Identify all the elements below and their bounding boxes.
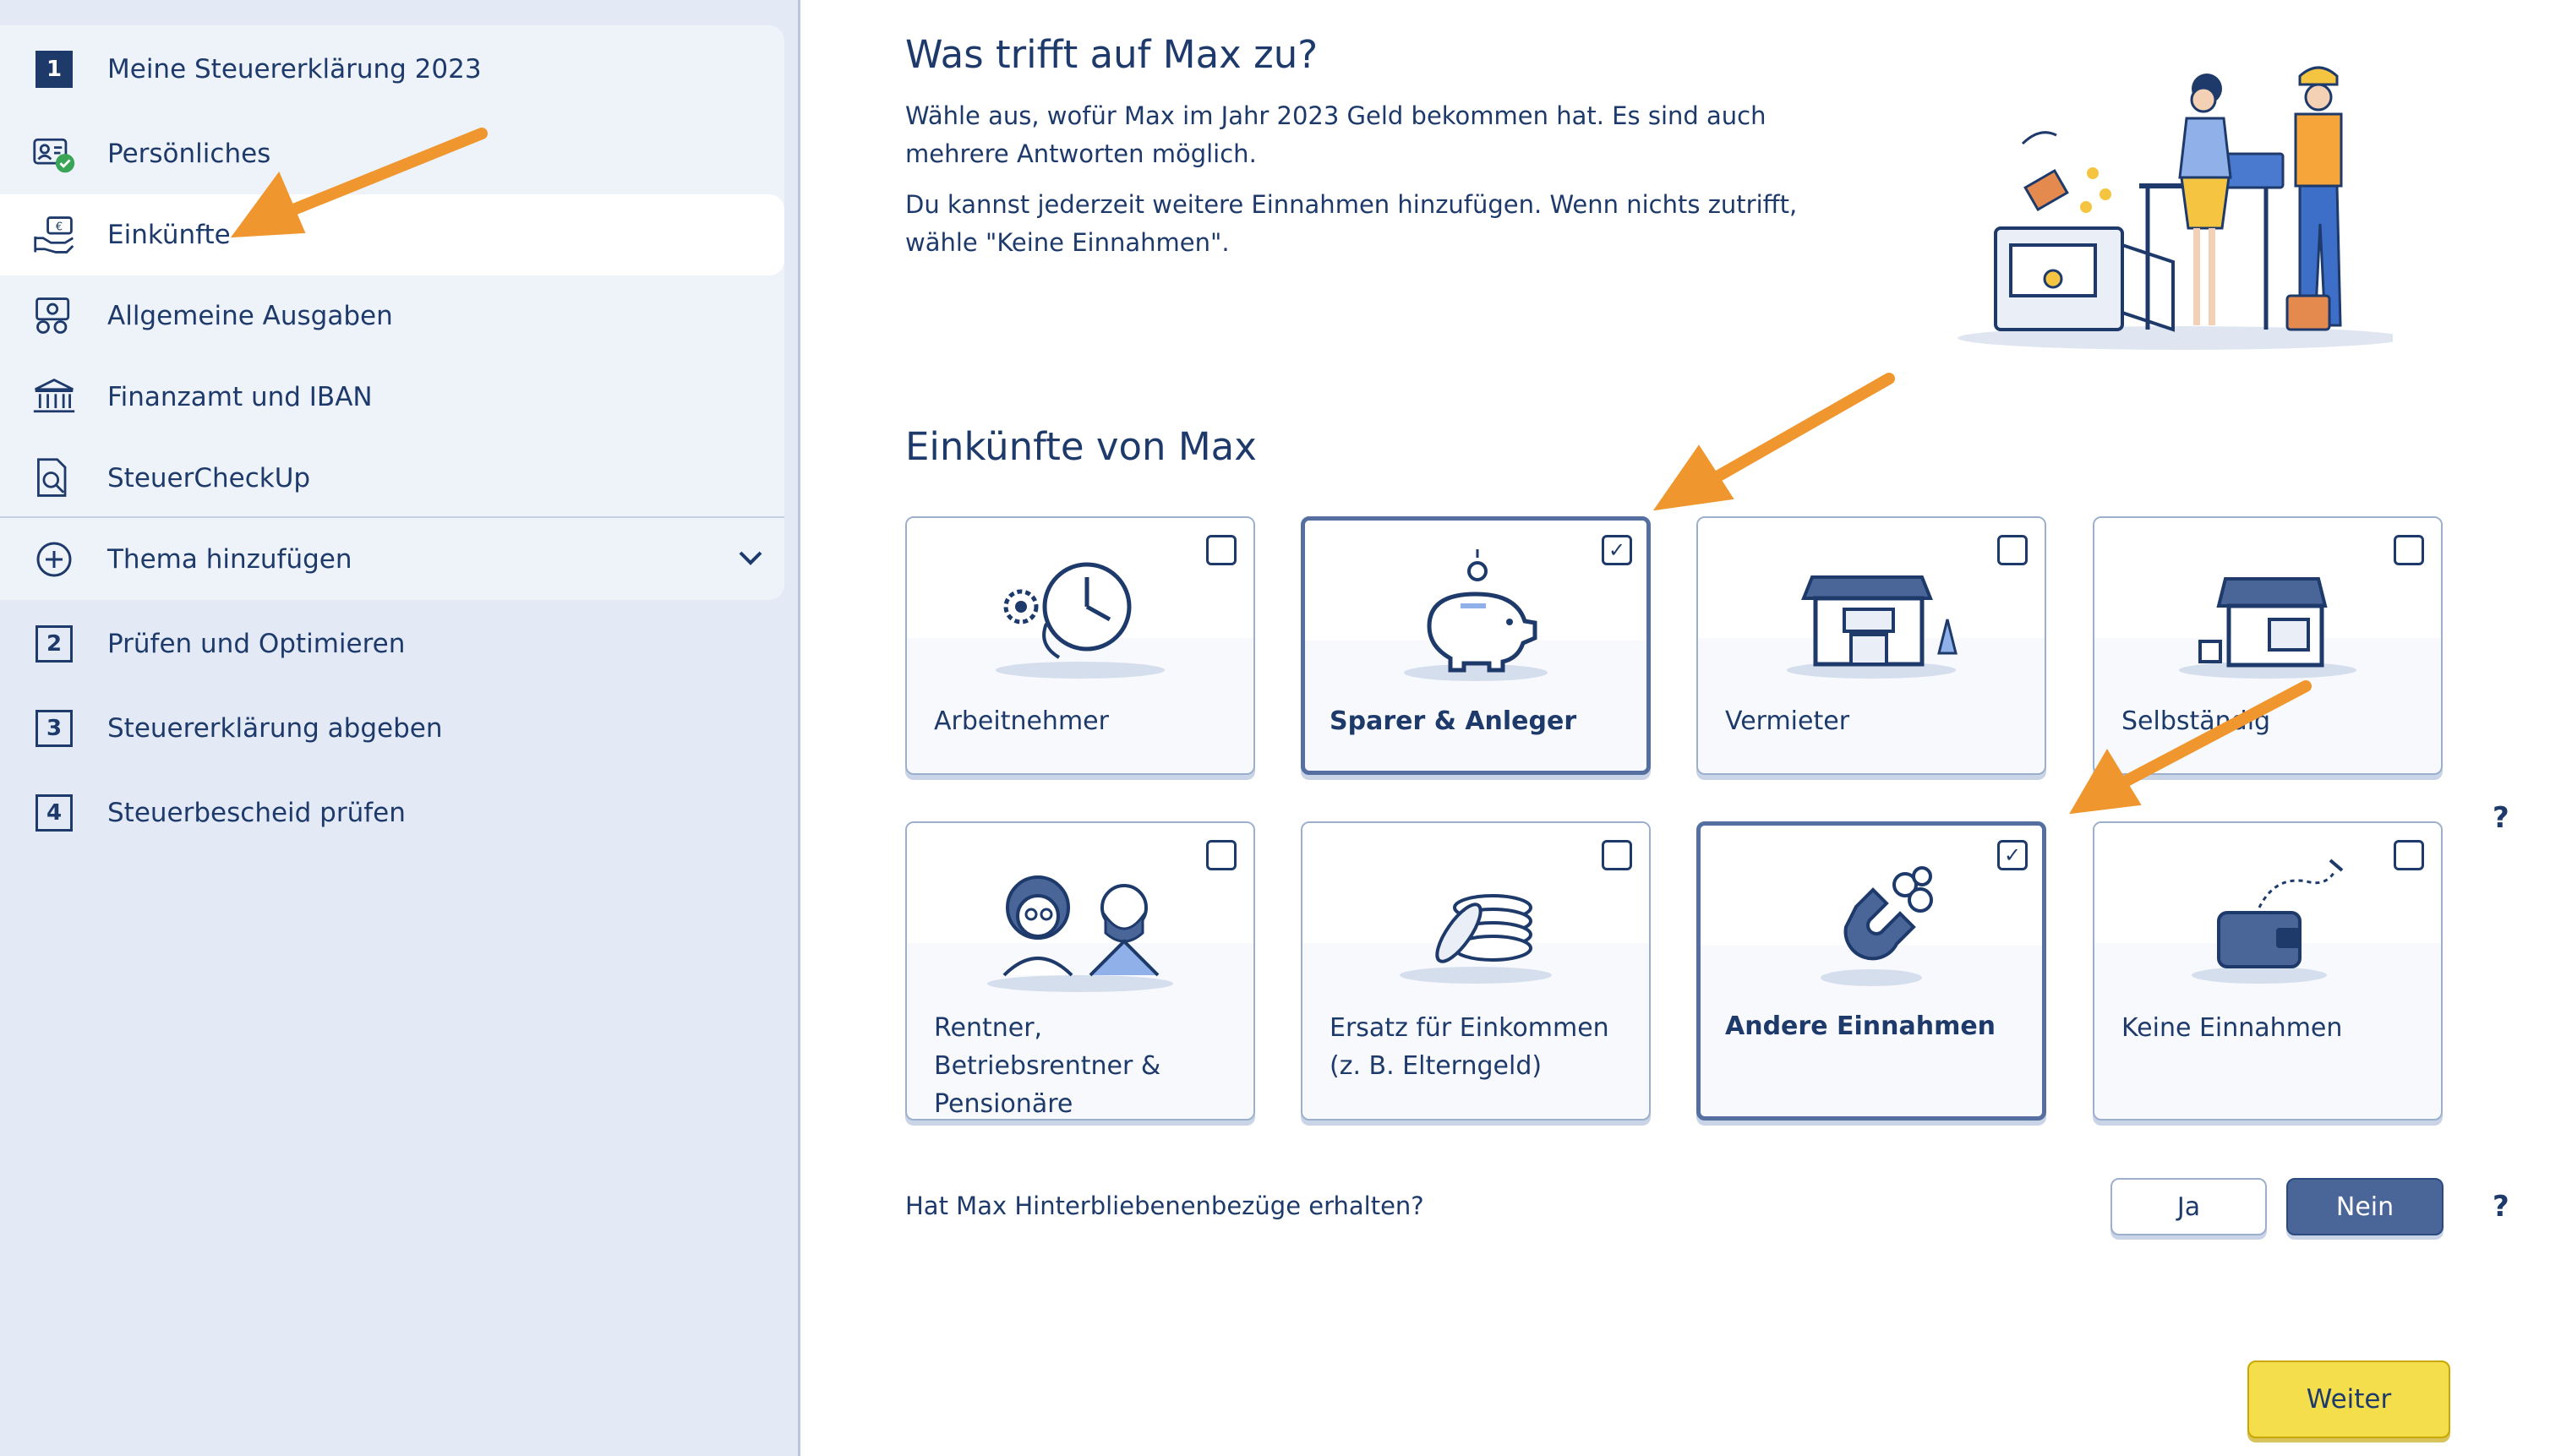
sidebar-item-allgemeine-ausgaben[interactable]: Allgemeine Ausgaben bbox=[0, 275, 784, 357]
intro-text: Wähle aus, wofür Max im Jahr 2023 Geld b… bbox=[905, 101, 1766, 168]
card-checkbox[interactable] bbox=[1997, 535, 2028, 565]
sidebar-item-label: SteuerCheckUp bbox=[107, 463, 311, 494]
card-label: Selbständig bbox=[2121, 706, 2271, 736]
sidebar-item-label: Steuererklärung abgeben bbox=[107, 713, 443, 744]
question-hinterbliebenenbezuege: Hat Max Hinterbliebenenbezüge erhalten? bbox=[905, 1192, 1424, 1220]
sidebar-item-label: Finanzamt und IBAN bbox=[107, 382, 373, 412]
card-rentner[interactable]: Rentner, Betriebsrentner & Pensionäre bbox=[905, 821, 1255, 1121]
shop-icon bbox=[2094, 543, 2441, 704]
sidebar-item-label: Steuerbescheid prüfen bbox=[107, 798, 406, 828]
card-label: Arbeitnehmer bbox=[934, 706, 1109, 736]
sidebar-item-persoenliches[interactable]: Persönliches bbox=[0, 113, 784, 194]
chevron-down-icon[interactable] bbox=[737, 548, 764, 573]
house-icon bbox=[1698, 543, 2045, 704]
card-sparer-anleger[interactable]: ✓ Sparer & Anleger bbox=[1301, 516, 1651, 775]
card-checkbox[interactable]: ✓ bbox=[1602, 535, 1632, 565]
sidebar-item-label: Prüfen und Optimieren bbox=[107, 629, 406, 659]
sidebar-divider bbox=[0, 516, 784, 518]
bank-building-icon bbox=[32, 375, 76, 419]
sidebar-item-label: Persönliches bbox=[107, 139, 271, 169]
main-content: Was trifft auf Max zu? Wähle aus, wofür … bbox=[800, 0, 2550, 1456]
page-title: Was trifft auf Max zu? bbox=[905, 32, 1319, 77]
sidebar-item-steuerbescheid-pruefen[interactable]: 4 Steuerbescheid prüfen bbox=[0, 772, 784, 853]
card-label: Keine Einnahmen bbox=[2121, 1013, 2343, 1043]
card-checkbox[interactable] bbox=[1206, 840, 1237, 870]
step-1-number-icon: 1 bbox=[32, 47, 76, 91]
piggy-bank-icon bbox=[1305, 546, 1646, 706]
sidebar-item-steuererklaerung[interactable]: 1 Meine Steuererklärung 2023 bbox=[0, 29, 784, 110]
card-checkbox[interactable] bbox=[1602, 840, 1632, 870]
intro-hint-text: Du kannst jederzeit weitere Einnahmen hi… bbox=[905, 190, 1798, 257]
elderly-couple-icon bbox=[907, 848, 1253, 1009]
sidebar-item-label: Allgemeine Ausgaben bbox=[107, 301, 393, 331]
sidebar: 1 Meine Steuererklärung 2023 Persönliche… bbox=[0, 0, 800, 1456]
card-vermieter[interactable]: Vermieter bbox=[1696, 516, 2046, 775]
card-andere-einnahmen[interactable]: ✓ Andere Einnahmen bbox=[1696, 821, 2046, 1121]
document-search-icon bbox=[32, 456, 76, 500]
card-checkbox[interactable] bbox=[2394, 840, 2424, 870]
card-label: Ersatz für Einkommen (z. B. Elterngeld) bbox=[1330, 1013, 1609, 1081]
help-icon[interactable]: ? bbox=[2493, 1190, 2509, 1224]
card-checkbox[interactable]: ✓ bbox=[1997, 840, 2028, 870]
sidebar-item-pruefen-optimieren[interactable]: 2 Prüfen und Optimieren bbox=[0, 603, 784, 684]
money-coins-icon bbox=[32, 294, 76, 338]
id-card-check-icon bbox=[32, 132, 76, 176]
magnet-icon bbox=[1701, 851, 2042, 1012]
clock-gear-icon bbox=[907, 543, 1253, 704]
card-label: Vermieter bbox=[1725, 706, 1850, 736]
sidebar-item-label: Meine Steuererklärung 2023 bbox=[107, 54, 482, 85]
card-keine-einnahmen[interactable]: Keine Einnahmen bbox=[2093, 821, 2443, 1121]
card-label: Andere Einnahmen bbox=[1725, 1012, 1996, 1041]
sidebar-item-steuererklaerung-abgeben[interactable]: 3 Steuererklärung abgeben bbox=[0, 688, 784, 769]
hand-money-icon: € bbox=[32, 213, 76, 257]
empty-wallet-icon bbox=[2094, 848, 2441, 1009]
help-icon[interactable]: ? bbox=[2493, 801, 2509, 835]
sidebar-item-label: Einkünfte bbox=[107, 220, 231, 250]
sidebar-item-label: Thema hinzufügen bbox=[107, 544, 352, 575]
step-3-number-icon: 3 bbox=[32, 706, 76, 750]
card-ersatz-einkommen[interactable]: Ersatz für Einkommen (z. B. Elterngeld) bbox=[1301, 821, 1651, 1121]
section-title: Einkünfte von Max bbox=[905, 424, 1257, 469]
card-checkbox[interactable] bbox=[1206, 535, 1237, 565]
svg-text:€: € bbox=[56, 221, 63, 233]
sidebar-item-finanzamt-iban[interactable]: Finanzamt und IBAN bbox=[0, 357, 784, 438]
coin-stack-icon bbox=[1302, 848, 1649, 1009]
step-4-number-icon: 4 bbox=[32, 791, 76, 835]
card-label: Rentner, Betriebsrentner & Pensionäre bbox=[934, 1013, 1161, 1119]
card-label: Sparer & Anleger bbox=[1330, 706, 1577, 736]
sidebar-item-thema-hinzufuegen[interactable]: Thema hinzufügen bbox=[0, 519, 784, 600]
answer-ja-button[interactable]: Ja bbox=[2110, 1178, 2267, 1235]
weiter-button[interactable]: Weiter bbox=[2247, 1361, 2450, 1438]
card-checkbox[interactable] bbox=[2394, 535, 2424, 565]
card-arbeitnehmer[interactable]: Arbeitnehmer bbox=[905, 516, 1255, 775]
people-illustration bbox=[1953, 59, 2405, 355]
plus-circle-icon bbox=[32, 537, 76, 581]
card-selbstaendig[interactable]: Selbständig bbox=[2093, 516, 2443, 775]
answer-nein-button[interactable]: Nein bbox=[2286, 1178, 2444, 1235]
step-2-number-icon: 2 bbox=[32, 622, 76, 666]
sidebar-item-steuercheckup[interactable]: SteuerCheckUp bbox=[0, 438, 784, 519]
sidebar-item-einkuenfte[interactable]: € Einkünfte bbox=[0, 194, 784, 275]
